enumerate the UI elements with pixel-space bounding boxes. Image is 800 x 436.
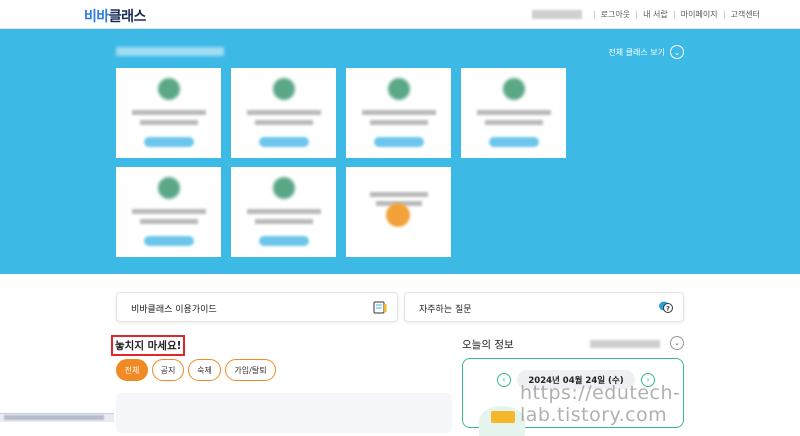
top-nav: 로그아웃 내 서랍 마이페이지 고객센터 bbox=[531, 9, 760, 20]
faq-button[interactable]: 자주하는 질문 ? bbox=[404, 292, 684, 322]
class-thumbnail bbox=[158, 177, 180, 199]
usage-guide-button[interactable]: 비바클래스 이용가이드 bbox=[116, 292, 398, 322]
class-text-blurred bbox=[247, 209, 321, 214]
today-info-text-blurred bbox=[590, 340, 660, 348]
class-thumbnail bbox=[388, 78, 410, 100]
class-thumbnail bbox=[503, 78, 525, 100]
mypage-link[interactable]: 마이페이지 bbox=[681, 9, 718, 20]
filter-all[interactable]: 전체 bbox=[116, 359, 148, 381]
my-drawer-link[interactable]: 내 서랍 bbox=[643, 9, 668, 20]
class-enter-button[interactable] bbox=[489, 137, 539, 147]
class-text-blurred bbox=[132, 110, 206, 115]
divider bbox=[593, 10, 595, 19]
divider bbox=[636, 10, 638, 19]
calendar-icon bbox=[491, 411, 515, 423]
filter-notice[interactable]: 공지 bbox=[152, 359, 184, 381]
notice-filter-tabs: 전체 공지 숙제 가입/탈퇴 bbox=[116, 359, 276, 381]
class-card[interactable] bbox=[231, 167, 336, 257]
class-text-blurred bbox=[255, 219, 313, 224]
class-card[interactable] bbox=[461, 68, 566, 158]
class-enter-button[interactable] bbox=[259, 137, 309, 147]
class-text-blurred bbox=[132, 209, 206, 214]
class-card[interactable] bbox=[116, 167, 221, 257]
class-text-blurred bbox=[140, 219, 198, 224]
usage-guide-label: 비바클래스 이용가이드 bbox=[131, 305, 217, 315]
all-classes-button[interactable]: 전체 클래스 보기 ⌄ bbox=[608, 45, 684, 59]
question-bubble-icon: ? bbox=[659, 301, 673, 313]
divider bbox=[723, 10, 725, 19]
create-class-text-blurred bbox=[370, 192, 428, 197]
logo-part2: 클래스 bbox=[108, 9, 147, 25]
top-bar: 비바클래스 로그아웃 내 서랍 마이페이지 고객센터 bbox=[0, 0, 800, 29]
class-text-blurred bbox=[247, 110, 321, 115]
today-info-title: 오늘의 정보 bbox=[462, 339, 514, 351]
class-text-blurred bbox=[140, 120, 198, 125]
class-enter-button[interactable] bbox=[259, 236, 309, 246]
filter-homework[interactable]: 숙제 bbox=[188, 359, 221, 381]
chevron-down-icon: ⌄ bbox=[670, 45, 684, 59]
watermark: https://edutech-lab.tistory.com bbox=[520, 382, 681, 426]
notice-list-panel bbox=[116, 393, 452, 433]
plus-icon[interactable] bbox=[386, 203, 410, 227]
divider bbox=[673, 10, 675, 19]
class-enter-button[interactable] bbox=[374, 137, 424, 147]
create-class-card[interactable] bbox=[346, 167, 451, 257]
class-card[interactable] bbox=[231, 68, 336, 158]
filter-join-leave[interactable]: 가입/탈퇴 bbox=[225, 359, 276, 381]
logo-part1: 비바 bbox=[84, 9, 109, 25]
class-text-blurred bbox=[370, 120, 428, 125]
class-text-blurred bbox=[255, 120, 313, 125]
logo[interactable]: 비바클래스 bbox=[84, 6, 146, 26]
class-thumbnail bbox=[273, 177, 295, 199]
chevron-down-icon[interactable]: ⌄ bbox=[670, 336, 684, 350]
logout-link[interactable]: 로그아웃 bbox=[601, 9, 630, 20]
status-url-blurred bbox=[4, 415, 104, 420]
faq-label: 자주하는 질문 bbox=[419, 305, 472, 315]
all-classes-label: 전체 클래스 보기 bbox=[608, 47, 665, 57]
class-thumbnail bbox=[273, 78, 295, 100]
class-hero-section: 전체 클래스 보기 ⌄ bbox=[0, 29, 800, 274]
class-text-blurred bbox=[477, 110, 551, 115]
previous-day-icon[interactable]: ‹ bbox=[497, 372, 511, 387]
class-card[interactable] bbox=[116, 68, 221, 158]
svg-text:?: ? bbox=[666, 305, 670, 313]
hero-title-blurred bbox=[116, 47, 224, 56]
guide-book-icon bbox=[373, 301, 387, 314]
notice-section-title: 놓치지 마세요! bbox=[111, 335, 186, 356]
class-text-blurred bbox=[362, 110, 436, 115]
class-enter-button[interactable] bbox=[144, 137, 194, 147]
class-card[interactable] bbox=[346, 68, 451, 158]
customer-center-link[interactable]: 고객센터 bbox=[731, 9, 760, 20]
class-thumbnail bbox=[158, 78, 180, 100]
browser-status-bar bbox=[0, 413, 114, 422]
class-text-blurred bbox=[485, 120, 543, 125]
class-enter-button[interactable] bbox=[144, 236, 194, 246]
user-name-blurred bbox=[531, 10, 582, 19]
